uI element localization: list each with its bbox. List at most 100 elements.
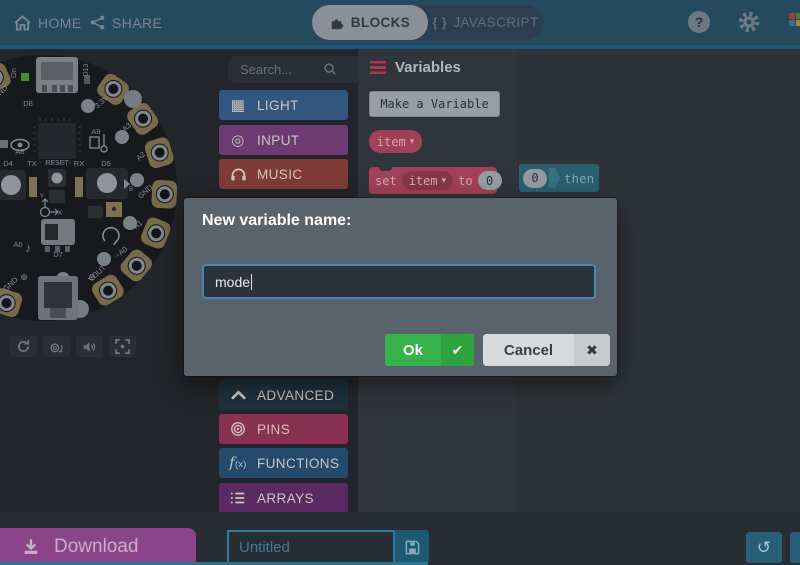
mounting-hole bbox=[124, 90, 142, 108]
ok-label: Ok bbox=[385, 334, 441, 366]
board-label-TX: TX bbox=[27, 159, 37, 168]
editor-toggle: BLOCKS { } JAVASCRIPT bbox=[312, 5, 543, 40]
toolbox-category-input[interactable]: ◎INPUT bbox=[219, 125, 348, 155]
reset-button[interactable] bbox=[48, 169, 66, 187]
board-label-Y: Y bbox=[40, 194, 44, 200]
microsoft-logo-icon bbox=[789, 13, 800, 27]
chevron-up-icon bbox=[229, 390, 247, 400]
button-a[interactable] bbox=[0, 170, 26, 200]
text-caret bbox=[251, 274, 252, 290]
floppy-save-icon bbox=[405, 540, 420, 555]
usb-connector bbox=[36, 57, 78, 93]
board-label-A9: A9 bbox=[91, 127, 100, 136]
share-label: SHARE bbox=[112, 15, 162, 31]
board-label-D7: D7 bbox=[53, 250, 63, 259]
gear-icon bbox=[737, 10, 761, 34]
blocks-tab-label: BLOCKS bbox=[351, 15, 410, 30]
toolbox-category-advanced[interactable]: ADVANCED bbox=[219, 380, 348, 410]
dropdown-caret-icon: ▾ bbox=[410, 136, 415, 147]
board-label-On: On bbox=[9, 68, 18, 78]
makecode-editor: HOME SHARE BLOCKS { } JAVASCRIPT ? bbox=[0, 0, 800, 565]
condition-value-oval[interactable]: 0 bbox=[523, 169, 547, 188]
item-block-label: item bbox=[377, 135, 406, 149]
flyout-title: Variables bbox=[395, 59, 461, 76]
board-label-⊕: ⊕ bbox=[20, 272, 28, 282]
share-icon bbox=[90, 15, 105, 30]
board-label-D5: D5 bbox=[101, 159, 111, 168]
save-button[interactable] bbox=[395, 530, 429, 564]
project-name-input[interactable] bbox=[227, 530, 395, 564]
accelerometer-chip bbox=[49, 190, 65, 203]
ir-component bbox=[106, 202, 122, 217]
power-led bbox=[21, 73, 29, 81]
undo-button[interactable]: ↺ bbox=[746, 532, 782, 563]
category-label: PINS bbox=[257, 422, 290, 437]
new-variable-dialog: New variable name: mode Ok ✔ Cancel ✖ bbox=[184, 198, 617, 376]
undo-icon: ↺ bbox=[757, 538, 771, 558]
question-icon: ? bbox=[695, 14, 704, 30]
capacitor bbox=[75, 177, 83, 197]
category-label: INPUT bbox=[257, 133, 300, 148]
pins-target-icon bbox=[229, 421, 247, 437]
variable-item-block[interactable]: item ▾ bbox=[369, 130, 422, 153]
board-label-RX: RX bbox=[74, 159, 84, 168]
then-label: then bbox=[564, 171, 594, 186]
set-label: set bbox=[375, 174, 397, 188]
tab-blocks[interactable]: BLOCKS bbox=[312, 5, 428, 40]
board-label-D8: D8 bbox=[23, 99, 33, 108]
board-label-X: X bbox=[58, 211, 62, 217]
dialog-title: New variable name: bbox=[202, 212, 351, 230]
category-label: ADVANCED bbox=[257, 388, 334, 403]
set-variable-block[interactable]: set item ▾ to 0 bbox=[369, 167, 497, 194]
cancel-button[interactable]: Cancel ✖ bbox=[483, 334, 610, 366]
simulator-fullscreen-button[interactable] bbox=[109, 336, 136, 357]
capacitor bbox=[29, 177, 37, 197]
cancel-label: Cancel bbox=[483, 334, 574, 366]
category-label: ARRAYS bbox=[257, 491, 314, 506]
home-button[interactable]: HOME bbox=[14, 0, 82, 45]
simulator-restart-button[interactable] bbox=[10, 336, 37, 357]
battery-connector bbox=[38, 276, 78, 320]
bottom-bar: Download ↺ ↻ bbox=[0, 512, 800, 565]
simulator-mute-button[interactable] bbox=[76, 336, 103, 357]
toolbox-category-light[interactable]: ▦LIGHT bbox=[219, 90, 348, 120]
toolbox-category-functions[interactable]: f(x)FUNCTIONS bbox=[219, 448, 348, 478]
category-label: LIGHT bbox=[257, 98, 299, 113]
ok-button[interactable]: Ok ✔ bbox=[385, 334, 474, 366]
download-label: Download bbox=[54, 536, 139, 558]
redo-button[interactable]: ↻ bbox=[790, 532, 800, 563]
download-button[interactable]: Download bbox=[0, 528, 196, 565]
variables-icon bbox=[370, 61, 386, 74]
functions-fx-icon: f(x) bbox=[229, 455, 247, 471]
arrays-list-icon bbox=[229, 491, 247, 505]
if-block-fragment[interactable]: 0 then bbox=[519, 164, 599, 192]
settings-button[interactable] bbox=[737, 10, 761, 34]
dropdown-caret-icon: ▾ bbox=[442, 175, 447, 186]
button-b[interactable] bbox=[86, 168, 130, 199]
make-variable-button[interactable]: Make a Variable bbox=[369, 91, 500, 117]
variable-dropdown[interactable]: item ▾ bbox=[402, 171, 453, 190]
slide-switch[interactable] bbox=[41, 219, 75, 252]
board-label-D4: D4 bbox=[3, 159, 13, 168]
toolbox-category-music[interactable]: MUSIC bbox=[219, 159, 348, 189]
tab-javascript[interactable]: { } JAVASCRIPT bbox=[428, 5, 543, 40]
board-label-A0: A0 bbox=[13, 240, 22, 249]
download-icon bbox=[22, 538, 40, 555]
pad-GND[interactable] bbox=[151, 180, 177, 209]
to-label: to bbox=[458, 174, 472, 188]
board-label-D13: D13 bbox=[83, 63, 90, 76]
simulator-slow-motion-button[interactable] bbox=[43, 336, 70, 357]
help-button[interactable]: ? bbox=[688, 11, 710, 33]
category-label: MUSIC bbox=[257, 167, 303, 182]
value-input-oval[interactable]: 0 bbox=[478, 171, 502, 190]
music-headphones-icon bbox=[229, 167, 247, 182]
variable-name: item bbox=[409, 174, 438, 188]
javascript-tab-label: JAVASCRIPT bbox=[453, 15, 538, 30]
toolbox-category-pins[interactable]: PINS bbox=[219, 414, 348, 444]
share-button[interactable]: SHARE bbox=[90, 0, 162, 45]
variable-name-input[interactable]: mode bbox=[202, 264, 596, 299]
simulator-panel: GND 3.3V A3 A2 GND A1 ~A0 VOUT GND bbox=[0, 49, 215, 512]
board-label-B: B bbox=[129, 187, 133, 193]
board-label-A8: A8 bbox=[15, 147, 24, 156]
toolbox-category-arrays[interactable]: ARRAYS bbox=[219, 483, 348, 513]
